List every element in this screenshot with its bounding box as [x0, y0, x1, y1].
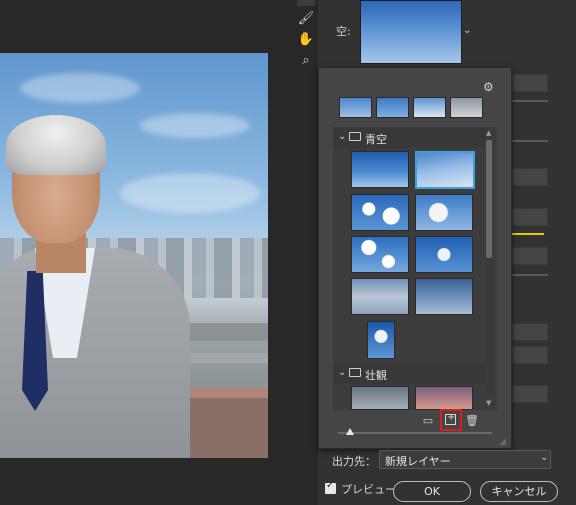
gear-icon[interactable]: ⚙	[483, 80, 494, 94]
cancel-button[interactable]: キャンセル	[480, 481, 558, 502]
brush-icon[interactable]: 🖌	[297, 10, 315, 28]
property-field[interactable]	[512, 74, 548, 92]
output-label: 出力先：	[332, 455, 376, 468]
document-canvas[interactable]	[0, 0, 290, 505]
sky-thumbnail[interactable]	[415, 236, 473, 273]
sky-dropdown-caret[interactable]: ⌄	[463, 25, 471, 36]
sky-preview-thumbnail[interactable]	[360, 0, 462, 64]
property-field[interactable]	[512, 247, 548, 265]
sky-thumbnail[interactable]	[415, 194, 473, 231]
sky-thumbnail[interactable]	[351, 278, 409, 315]
property-slider[interactable]	[512, 140, 548, 142]
property-field[interactable]	[512, 323, 548, 341]
chevron-down-icon[interactable]: ⌄	[338, 131, 346, 142]
photo-image	[0, 53, 268, 458]
scrollbar[interactable]	[485, 140, 493, 395]
recent-sky-thumbnail[interactable]	[376, 97, 409, 118]
sky-thumbnail[interactable]	[351, 236, 409, 273]
folder-icon[interactable]: ▭	[421, 414, 435, 428]
folder-icon	[349, 368, 361, 377]
scroll-down-arrow[interactable]: ▼	[486, 399, 491, 407]
recent-sky-thumbnail[interactable]	[339, 97, 372, 118]
preview-checkbox[interactable]	[325, 480, 336, 494]
trash-icon[interactable]: 🗑	[465, 414, 479, 428]
scroll-up-arrow[interactable]: ▲	[486, 129, 491, 137]
property-field[interactable]	[512, 385, 548, 403]
sky-thumbnail[interactable]	[415, 278, 473, 315]
recent-sky-thumbnail[interactable]	[413, 97, 446, 118]
property-field[interactable]	[512, 346, 548, 364]
sky-thumbnail-selected[interactable]	[415, 151, 475, 189]
sky-thumbnail[interactable]	[415, 386, 473, 410]
property-field[interactable]	[512, 208, 548, 226]
group-name: 壮観	[365, 369, 387, 382]
sky-label: 空:	[336, 25, 351, 38]
output-value: 新規レイヤー	[385, 455, 451, 468]
chevron-down-icon[interactable]: ⌄	[540, 452, 548, 463]
sky-thumbnail[interactable]	[367, 321, 395, 359]
recent-sky-thumbnail[interactable]	[450, 97, 483, 118]
group-header-spectacular[interactable]: ⌄ 壮観	[333, 364, 485, 384]
thumbnail-size-slider[interactable]	[338, 432, 492, 434]
sky-thumbnail[interactable]	[351, 194, 409, 231]
folder-icon	[349, 132, 361, 141]
chevron-down-icon[interactable]: ⌄	[338, 367, 346, 378]
property-slider[interactable]	[512, 274, 548, 276]
group-header-blue-sky[interactable]: ⌄ 青空	[333, 128, 485, 148]
accent-line	[512, 233, 544, 235]
sky-thumbnail[interactable]	[351, 386, 409, 410]
scrollbar-thumb[interactable]	[486, 140, 492, 258]
resize-grip-icon[interactable]: ◢	[499, 437, 506, 447]
sky-thumbnail[interactable]	[351, 151, 409, 188]
add-sky-icon[interactable]	[445, 412, 456, 425]
group-name: 青空	[365, 133, 387, 146]
zoom-icon[interactable]: ⌕	[297, 52, 315, 70]
ok-button[interactable]: OK	[393, 481, 471, 502]
tool-top[interactable]	[297, 0, 315, 6]
thumbnail-size-handle[interactable]	[346, 428, 355, 435]
property-field[interactable]	[512, 168, 548, 186]
preview-label: プレビュー	[341, 483, 396, 496]
property-slider[interactable]	[512, 100, 548, 102]
hand-icon[interactable]: ✋	[297, 31, 315, 49]
